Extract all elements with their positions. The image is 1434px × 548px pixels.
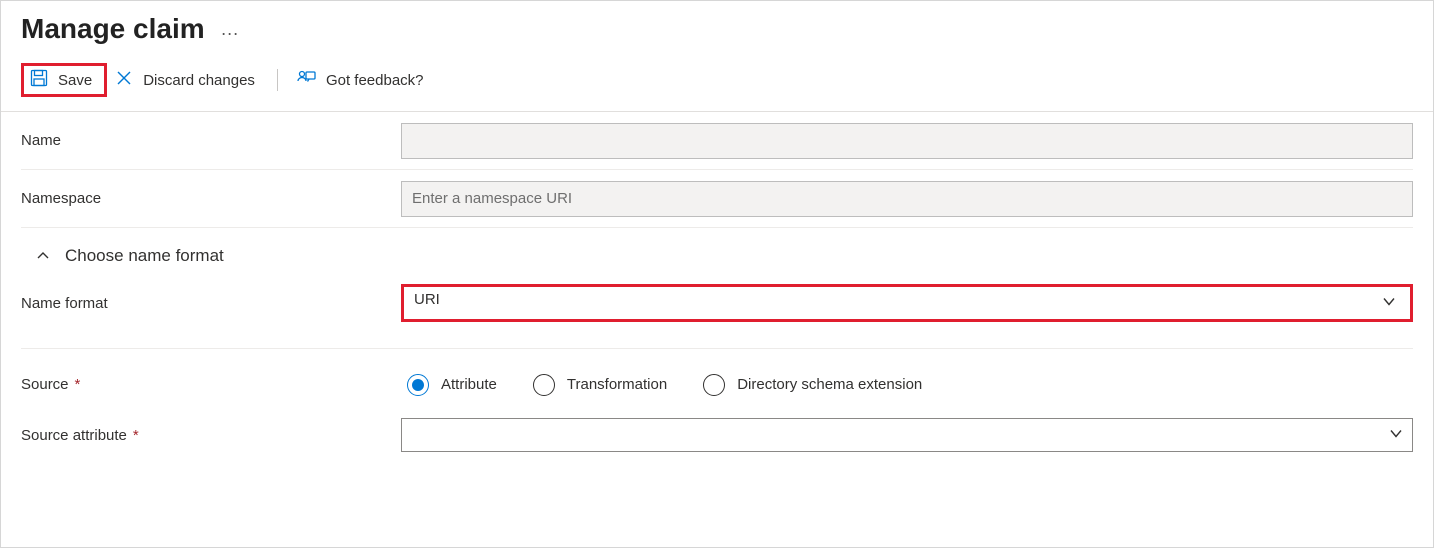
name-format-label: Name format — [21, 295, 401, 312]
close-icon — [115, 69, 133, 91]
more-actions-button[interactable]: ··· — [221, 24, 239, 42]
toolbar: Save Discard changes Got feedback? — [1, 53, 1433, 112]
format-section-toggle[interactable]: Choose name format — [21, 228, 1413, 280]
save-label: Save — [58, 72, 92, 89]
required-asterisk: * — [133, 427, 139, 444]
feedback-label: Got feedback? — [326, 72, 424, 89]
radio-icon — [533, 374, 555, 396]
source-attribute-select[interactable] — [401, 418, 1413, 452]
source-radio-transformation[interactable]: Transformation — [533, 374, 667, 396]
radio-label: Transformation — [567, 376, 667, 393]
namespace-label: Namespace — [21, 190, 401, 207]
name-format-value: URI — [404, 287, 1410, 319]
source-radio-group: Attribute Transformation Directory schem… — [401, 374, 1413, 396]
format-section-label: Choose name format — [65, 246, 224, 266]
name-input[interactable] — [401, 123, 1413, 159]
name-format-select[interactable]: URI — [401, 284, 1413, 322]
source-radio-attribute[interactable]: Attribute — [407, 374, 497, 396]
chevron-up-icon — [35, 248, 51, 264]
source-row: Source* Attribute Transformation Directo… — [21, 348, 1413, 406]
required-asterisk: * — [75, 376, 81, 393]
namespace-row: Namespace — [21, 170, 1413, 228]
source-attribute-row: Source attribute* — [21, 406, 1413, 464]
source-attribute-value — [401, 418, 1413, 452]
source-radio-directory-ext[interactable]: Directory schema extension — [703, 374, 922, 396]
radio-label: Directory schema extension — [737, 376, 922, 393]
source-attribute-label: Source attribute* — [21, 427, 401, 444]
name-row: Name — [21, 112, 1413, 170]
name-label: Name — [21, 132, 401, 149]
discard-button[interactable]: Discard changes — [107, 63, 267, 97]
save-button[interactable]: Save — [21, 63, 107, 97]
radio-icon — [407, 374, 429, 396]
discard-label: Discard changes — [143, 72, 255, 89]
namespace-input[interactable] — [401, 181, 1413, 217]
feedback-button[interactable]: Got feedback? — [288, 63, 436, 97]
source-label: Source* — [21, 376, 401, 393]
page-title: Manage claim — [21, 13, 205, 45]
name-format-row: Name format URI — [21, 280, 1413, 348]
radio-label: Attribute — [441, 376, 497, 393]
feedback-icon — [296, 69, 316, 91]
radio-icon — [703, 374, 725, 396]
separator — [277, 69, 278, 91]
save-icon — [30, 69, 48, 91]
